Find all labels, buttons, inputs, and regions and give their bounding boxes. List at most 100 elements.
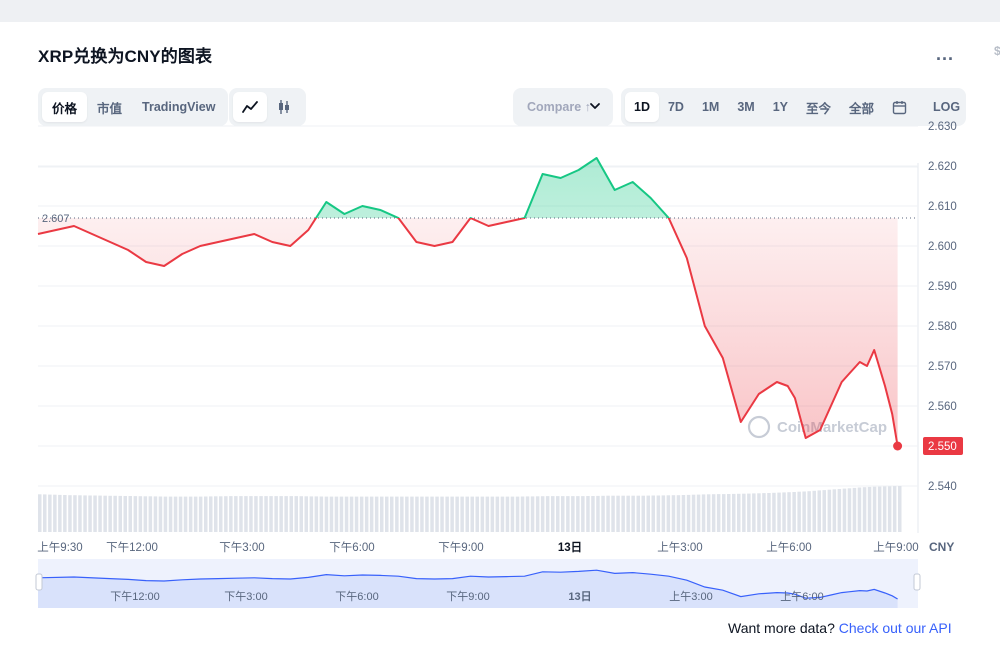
more-options-button[interactable]: ...	[936, 44, 954, 65]
volume-bar	[872, 486, 877, 532]
volume-bar	[78, 495, 82, 532]
navigator-tick-label: 13日	[568, 590, 591, 603]
volume-bar	[254, 496, 258, 532]
volume-bar	[581, 496, 585, 532]
volume-bar	[410, 496, 414, 532]
volume-bar	[561, 496, 565, 532]
volume-bar	[103, 495, 107, 532]
volume-bar	[420, 496, 424, 532]
price-chart: CoinMarketCap 2.607 2.630 2.620 2.610 2.600…	[35, 121, 963, 608]
volume-bar	[551, 496, 555, 532]
volume-bar	[148, 496, 153, 532]
volume-bar	[616, 495, 620, 532]
volume-bar	[445, 496, 449, 532]
volume-bar	[385, 496, 389, 532]
navigator-right-handle[interactable]	[913, 573, 921, 591]
volume-bar	[817, 490, 821, 532]
volume-bar	[274, 496, 278, 532]
volume-bar	[395, 496, 399, 532]
volume-bar	[158, 496, 163, 532]
compare-label: Compare ↑	[527, 100, 591, 114]
volume-bar	[319, 496, 324, 532]
volume-bar	[334, 496, 339, 532]
volume-bar	[219, 496, 223, 532]
volume-bar	[118, 495, 122, 532]
volume-bar	[93, 495, 97, 532]
volume-bar	[234, 496, 238, 532]
volume-bar	[415, 496, 419, 532]
volume-bar	[767, 493, 771, 532]
volume-bar	[143, 496, 148, 532]
volume-bar	[63, 495, 67, 532]
top-strip	[0, 0, 1000, 22]
volume-bar	[73, 495, 77, 532]
volume-bar	[380, 496, 384, 532]
volume-bar	[691, 494, 696, 532]
volume-bar	[113, 495, 117, 532]
volume-bar	[53, 494, 57, 532]
volume-bar	[455, 496, 459, 532]
volume-bar	[470, 496, 474, 532]
volume-bar	[566, 496, 570, 532]
volume-bar	[495, 496, 500, 532]
range-navigator[interactable]: 下午12:00 下午3:00 下午6:00 下午9:00 13日 上午3:00 上午6:00	[35, 559, 921, 608]
x-tick-label: 下午9:00	[438, 541, 483, 554]
volume-bar	[752, 493, 756, 532]
y-tick-label: 2.540	[928, 481, 957, 493]
x-tick-label: 上午9:30	[37, 541, 82, 554]
navigator-tick-label: 下午6:00	[335, 590, 378, 603]
volume-bar	[772, 492, 776, 532]
volume-bar	[349, 496, 354, 532]
volume-bar	[887, 486, 892, 532]
volume-bar	[294, 496, 298, 532]
volume-bar	[822, 490, 826, 532]
volume-bar	[812, 490, 816, 532]
volume-bar	[48, 494, 52, 532]
volume-bar	[802, 491, 806, 532]
chevron-down-icon	[590, 103, 600, 109]
api-promo: Want more data? Check out our API	[728, 620, 952, 636]
volume-bar	[374, 496, 379, 532]
volume-bar	[792, 492, 796, 532]
volume-bar	[440, 496, 444, 532]
line-chart-icon	[242, 101, 258, 113]
volume-bar	[83, 495, 87, 532]
x-tick-label: 上午9:00	[873, 541, 918, 554]
volume-bar	[88, 495, 92, 532]
volume-bar	[279, 496, 283, 532]
x-tick-label: 13日	[558, 541, 582, 554]
volume-bar	[400, 496, 404, 532]
volume-bar	[586, 496, 590, 532]
volume-bar	[651, 495, 655, 532]
volume-bar	[857, 487, 862, 532]
volume-bar	[716, 494, 721, 532]
volume-bar	[777, 492, 781, 532]
x-tick-label: 下午12:00	[106, 541, 158, 554]
calendar-icon	[892, 100, 907, 114]
volume-bar	[153, 496, 158, 532]
volume-bar	[309, 496, 314, 532]
y-tick-label: 2.560	[928, 401, 957, 413]
volume-bar	[284, 496, 288, 532]
volume-bar	[259, 496, 263, 532]
volume-bar	[43, 494, 47, 532]
x-tick-label: 下午3:00	[219, 541, 264, 554]
volume-bar	[892, 486, 897, 532]
volume-bar	[747, 493, 751, 532]
volume-bar	[229, 496, 233, 532]
volume-bar	[631, 495, 635, 532]
reference-price-label: 2.607	[42, 213, 70, 225]
volume-bar	[877, 486, 882, 532]
navigator-left-handle[interactable]	[35, 573, 43, 591]
volume-bar	[576, 496, 580, 532]
api-link[interactable]: Check out our API	[839, 620, 952, 636]
last-price-label: 2.550	[928, 441, 957, 453]
volume-bar	[535, 496, 540, 532]
volume-bar	[354, 496, 359, 532]
navigator-tick-label: 上午3:00	[669, 590, 712, 603]
volume-bar	[666, 495, 671, 532]
volume-bar	[193, 496, 198, 532]
volume-bar	[762, 493, 766, 532]
volume-bar	[244, 496, 248, 532]
volume-bar	[807, 491, 811, 532]
